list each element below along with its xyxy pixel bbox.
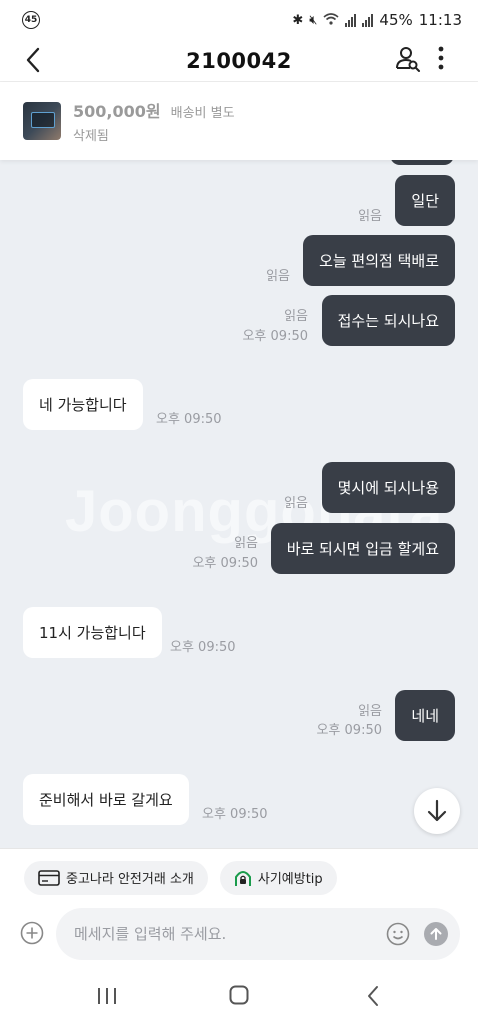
- message-bubble[interactable]: 준비해서 바로 갈게요: [23, 774, 189, 825]
- message-time: 오후 09:50: [170, 640, 236, 655]
- nav-back-button[interactable]: [366, 984, 380, 1008]
- message-bubble[interactable]: 접수는 되시나요: [321, 295, 455, 346]
- message-bubble-partial: [390, 160, 454, 165]
- product-status: 삭제됨: [73, 129, 109, 144]
- attach-button[interactable]: [20, 921, 44, 945]
- bluetooth-icon: ✱: [292, 12, 304, 28]
- chat-header: 2100042: [0, 40, 478, 82]
- message-time: 오후 09:50: [192, 556, 258, 571]
- user-search-icon: [396, 47, 420, 72]
- system-nav-bar: [0, 966, 478, 1024]
- read-receipt: 읽음: [358, 704, 382, 719]
- message-bubble[interactable]: 네 가능합니다: [23, 379, 143, 430]
- quick-chips: 중고나라 안전거래 소개 사기예방tip: [0, 848, 478, 906]
- product-summary[interactable]: 500,000원 배송비 별도 삭제됨: [0, 82, 478, 160]
- message-bubble[interactable]: 오늘 편의점 택배로: [303, 235, 455, 286]
- home-button[interactable]: [229, 985, 249, 1005]
- recent-apps-icon: [98, 988, 116, 1004]
- battery-level: 45%: [379, 11, 413, 29]
- product-info: 500,000원 배송비 별도 삭제됨: [73, 98, 235, 144]
- chevron-left-icon: [26, 47, 40, 73]
- read-receipt: 읽음: [358, 209, 382, 224]
- message-time: 오후 09:50: [156, 412, 222, 427]
- shipping-note: 배송비 별도: [170, 106, 235, 121]
- fraud-tip-chip[interactable]: 사기예방tip: [219, 860, 337, 895]
- notification-count-badge: 45: [22, 11, 40, 29]
- chat-messages[interactable]: Joonggonara 읽음 일단 읽음 오늘 편의점 택배로 읽음 오후 09…: [0, 160, 478, 848]
- message-time: 오후 09:50: [202, 807, 268, 822]
- product-price: 500,000원: [73, 102, 161, 121]
- more-vertical-icon: [438, 46, 444, 70]
- send-button[interactable]: [424, 922, 448, 946]
- signal-icon: [345, 13, 357, 27]
- message-bubble[interactable]: 11시 가능합니다: [23, 607, 162, 658]
- clock: 11:13: [418, 11, 462, 29]
- message-box: [56, 908, 460, 960]
- safe-trade-label: 중고나라 안전거래 소개: [66, 872, 194, 887]
- read-receipt: 읽음: [266, 269, 290, 284]
- mute-icon: 🔇︎: [309, 12, 318, 28]
- message-bubble[interactable]: 바로 되시면 입금 할게요: [270, 523, 455, 574]
- user-profile-button[interactable]: [394, 44, 422, 72]
- arrow-down-icon: [427, 799, 447, 822]
- message-time: 오후 09:50: [242, 329, 308, 344]
- safe-trade-chip[interactable]: 중고나라 안전거래 소개: [24, 860, 208, 895]
- read-receipt: 읽음: [284, 309, 308, 324]
- message-bubble[interactable]: 몇시에 되시나용: [321, 462, 455, 513]
- wifi-icon: [323, 12, 339, 29]
- scroll-to-bottom-button[interactable]: [414, 788, 460, 834]
- status-bar: 45 ✱ 🔇︎ 45% 11:13: [0, 0, 478, 40]
- shield-lock-icon: [234, 870, 251, 886]
- chevron-left-icon: [368, 986, 378, 1006]
- signal-icon-2: [362, 13, 374, 27]
- more-options-button[interactable]: [434, 44, 448, 72]
- emoji-button[interactable]: [386, 922, 410, 946]
- back-button[interactable]: [22, 46, 46, 74]
- smiley-icon: [386, 922, 410, 946]
- chat-partner-name: 2100042: [186, 48, 292, 73]
- status-icons: ✱ 🔇︎ 45% 11:13: [292, 11, 462, 29]
- read-receipt: 읽음: [234, 536, 258, 551]
- fraud-tip-label: 사기예방tip: [257, 872, 323, 887]
- message-bubble[interactable]: 일단: [395, 175, 455, 226]
- read-receipt: 읽음: [284, 496, 308, 511]
- card-icon: [38, 869, 60, 886]
- plus-circle-icon: [20, 921, 44, 945]
- message-bubble[interactable]: 네네: [395, 690, 455, 741]
- arrow-up-icon: [430, 928, 442, 940]
- message-composer: [0, 906, 478, 966]
- message-input[interactable]: [74, 925, 374, 943]
- message-time: 오후 09:50: [316, 723, 382, 738]
- recent-apps-button[interactable]: [96, 986, 118, 1006]
- home-icon: [229, 985, 249, 1005]
- product-thumbnail: [23, 102, 61, 140]
